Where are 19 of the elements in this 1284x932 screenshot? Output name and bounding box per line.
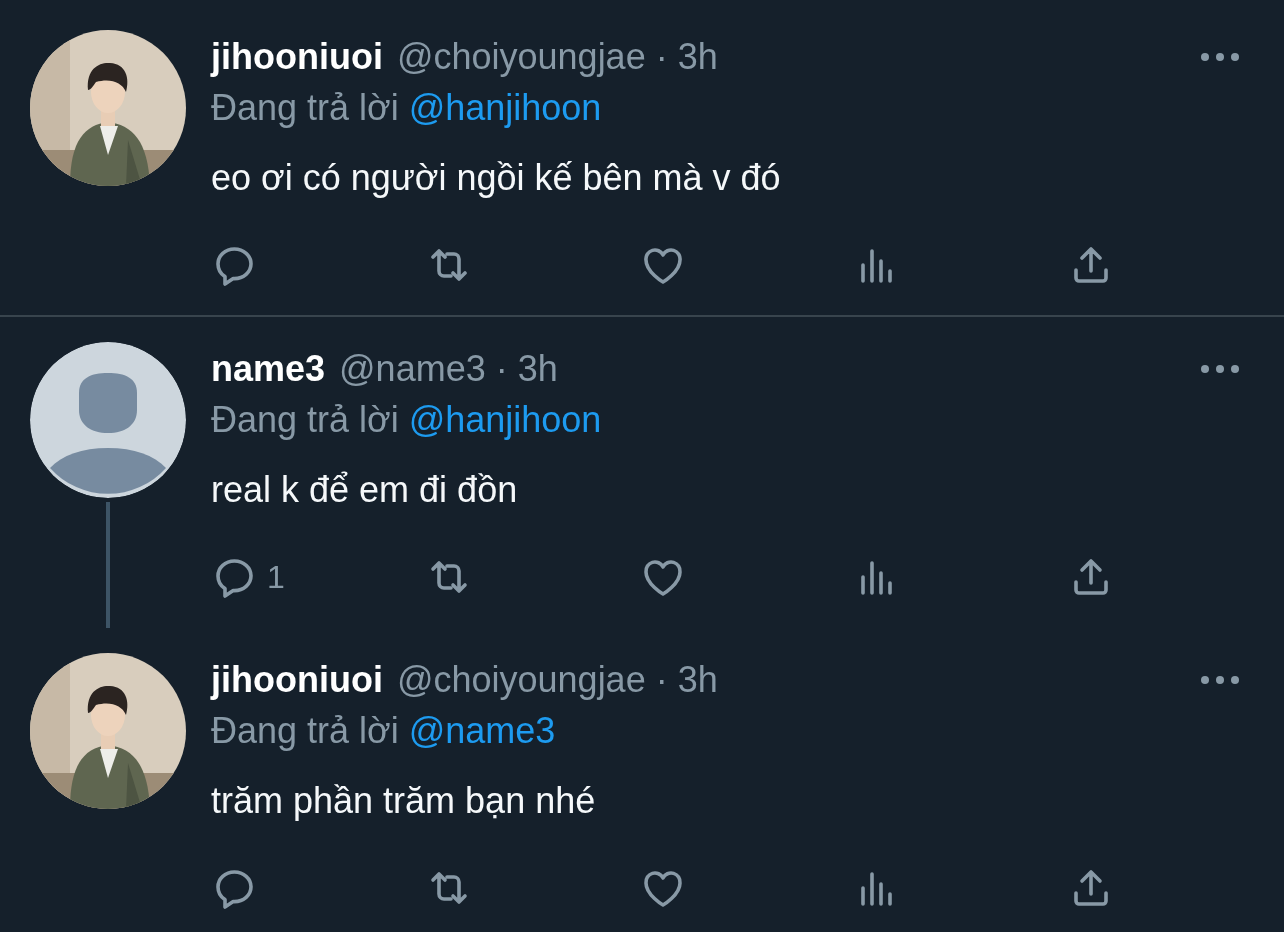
display-name[interactable]: jihooniuoi: [211, 34, 383, 80]
handle-and-time: @name3 · 3h: [339, 347, 558, 391]
tweet-text: eo ơi có người ngồi kế bên mà v đó: [211, 156, 782, 200]
more-icon[interactable]: [1200, 364, 1240, 374]
display-name[interactable]: jihooniuoi: [211, 657, 383, 703]
reply-count: 1: [267, 558, 285, 597]
more-icon[interactable]: [1200, 675, 1240, 685]
display-name[interactable]: name3: [211, 346, 326, 392]
replying-to-text: Đang trả lời @hanjihoon: [211, 398, 603, 442]
more-icon[interactable]: [1200, 52, 1240, 62]
mention-link[interactable]: @hanjihoon: [408, 399, 602, 440]
replying-to-text: Đang trả lời @hanjihoon: [211, 86, 603, 130]
mention-link[interactable]: @hanjihoon: [408, 87, 602, 128]
handle-and-time: @choiyoungjae · 3h: [396, 658, 718, 702]
tweet-text: trăm phần trăm bạn nhé: [211, 779, 597, 823]
mention-link[interactable]: @name3: [408, 710, 556, 751]
replying-to-text: Đang trả lời @name3: [211, 709, 557, 753]
tweet-text: real k để em đi đồn: [211, 468, 519, 512]
handle-and-time: @choiyoungjae · 3h: [396, 35, 718, 79]
